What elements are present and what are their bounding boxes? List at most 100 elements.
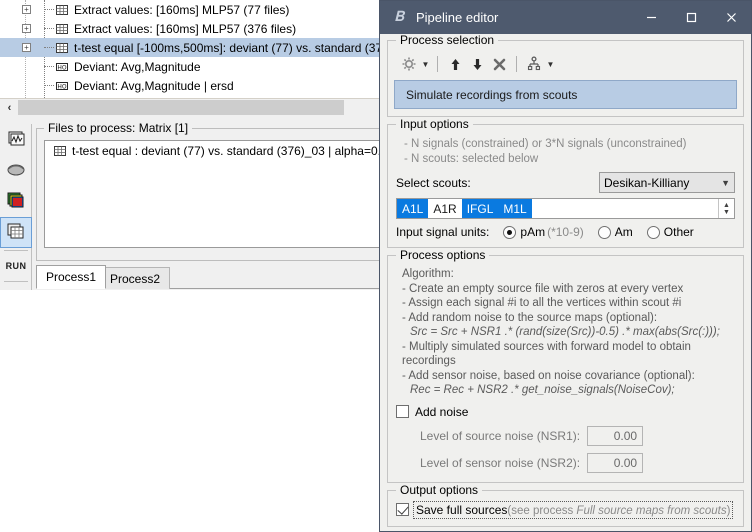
process-tabs[interactable]: Process2 Process1 (36, 265, 380, 289)
tree-item[interactable]: + Extract values: [160ms] MLP57 (77 file… (0, 0, 379, 19)
save-full-sources-hint-post: ) (727, 505, 731, 517)
pipeline-dropdown-caret-icon[interactable]: ▼ (545, 53, 556, 75)
tree-connector (44, 9, 54, 10)
input-signal-units-label: Input signal units: (396, 225, 489, 239)
database-tree[interactable]: + Extract values: [160ms] MLP57 (77 file… (0, 0, 380, 98)
nsr2-input[interactable]: 0.00 (587, 453, 643, 473)
selected-process-list[interactable]: Simulate recordings from scouts (394, 80, 737, 109)
move-down-icon[interactable] (466, 53, 488, 75)
sidebar-item-anatomy[interactable] (0, 155, 32, 186)
minimize-button[interactable] (631, 1, 671, 34)
tree-item[interactable]: + Extract values: [160ms] MLP57 (376 fil… (0, 19, 379, 38)
sources-icon (6, 190, 26, 213)
scouts-tag-field[interactable]: A1L A1R IFGL M1L ▲ ▼ (396, 198, 735, 219)
input-options-group: Input options - N signals (constrained) … (387, 124, 744, 248)
save-full-sources-checkbox[interactable] (396, 503, 409, 516)
matrix-icon (6, 221, 26, 244)
sidebar-item-recordings[interactable] (0, 124, 32, 155)
tree-connector (44, 47, 54, 48)
dialog-titlebar[interactable]: 𝐁 Pipeline editor (380, 1, 751, 34)
maximize-button[interactable] (671, 1, 711, 34)
radio-pam[interactable] (503, 226, 516, 239)
process-selection-group: Process selection ▼ (387, 40, 744, 117)
atlas-dropdown[interactable]: Desikan-Killiany ▼ (599, 172, 735, 193)
move-up-icon[interactable] (444, 53, 466, 75)
radio-am-label: Am (615, 225, 633, 239)
tree-item[interactable]: HO Deviant: Avg,Magnitude | ersd (0, 76, 379, 95)
stat-ho-icon: HO (55, 79, 69, 93)
tab-process2[interactable]: Process2 (100, 267, 170, 289)
expander-icon[interactable]: + (22, 43, 31, 52)
algorithm-title: Algorithm: (402, 267, 735, 282)
pipeline-editor-dialog: 𝐁 Pipeline editor Process selection (379, 0, 752, 532)
pipeline-icon[interactable] (523, 53, 545, 75)
tree-item-label: Deviant: Avg,Magnitude (74, 60, 201, 74)
spinner-down-icon[interactable]: ▼ (723, 209, 730, 216)
stat-ho-icon: HO (55, 60, 69, 74)
nsr2-label: Level of sensor noise (NSR2): (420, 456, 580, 470)
anatomy-icon (6, 159, 26, 182)
radio-pam-suffix: (*10-9) (547, 225, 584, 239)
nsr1-input[interactable]: 0.00 (587, 426, 643, 446)
scout-tag-a1l[interactable]: A1L (397, 199, 428, 218)
process-toolbar[interactable]: ▼ (394, 51, 737, 77)
tree-item[interactable]: HO Deviant: Avg,Magnitude (0, 57, 379, 76)
rail-divider (4, 250, 28, 251)
input-signal-units-row: Input signal units: pAm (*10-9) Am Other (396, 225, 735, 239)
scrollbar-track[interactable] (18, 100, 361, 115)
expander-icon[interactable]: + (22, 5, 31, 14)
run-button[interactable]: RUN (0, 253, 32, 279)
save-full-sources-focus: Save full sources(see process Full sourc… (415, 503, 731, 517)
sidebar-item-matrix[interactable] (0, 217, 32, 248)
matrix-icon (55, 3, 69, 17)
save-full-sources-row[interactable]: Save full sources(see process Full sourc… (396, 503, 735, 517)
output-options-legend: Output options (396, 483, 482, 497)
process-options-legend: Process options (396, 248, 489, 262)
tree-connector (44, 85, 54, 86)
input-hint-line-1: - N signals (constrained) or 3*N signals… (396, 137, 735, 152)
close-button[interactable] (711, 1, 751, 34)
tab-process1[interactable]: Process1 (36, 265, 106, 289)
algorithm-line: - Add sensor noise, based on noise covar… (402, 369, 735, 384)
scroll-left-icon[interactable]: ‹ (1, 100, 18, 116)
spinner-up-icon[interactable]: ▲ (723, 202, 730, 209)
rail-divider (4, 281, 28, 282)
matrix-icon (55, 22, 69, 36)
sidebar-item-sources[interactable] (0, 186, 32, 217)
process-selection-legend: Process selection (396, 34, 498, 47)
sidebar-rail[interactable]: RUN (0, 124, 32, 294)
nsr2-row: Level of sensor noise (NSR2): 0.00 (396, 453, 735, 473)
tree-item-selected[interactable]: + t-test equal [-100ms,500ms]: deviant (… (0, 38, 379, 57)
tree-item-label: Extract values: [160ms] MLP57 (77 files) (74, 3, 289, 17)
algorithm-formula: Rec = Rec + NSR2 .* get_noise_signals(No… (402, 383, 735, 398)
list-item[interactable]: t-test equal : deviant (77) vs. standard… (45, 141, 379, 161)
input-options-legend: Input options (396, 117, 473, 131)
svg-text:HO: HO (57, 64, 67, 71)
scout-tag-a1r[interactable]: A1R (428, 199, 461, 218)
radio-other[interactable] (647, 226, 660, 239)
background-bottom-fill (0, 290, 380, 532)
matrix-icon (53, 144, 67, 158)
process-list-item[interactable]: Simulate recordings from scouts (395, 81, 736, 108)
files-to-process-list[interactable]: t-test equal : deviant (77) vs. standard… (44, 140, 380, 248)
add-noise-row[interactable]: Add noise (396, 405, 735, 419)
scout-tags[interactable]: A1L A1R IFGL M1L (397, 199, 718, 218)
add-noise-checkbox[interactable] (396, 405, 409, 418)
select-scouts-label: Select scouts: (396, 176, 471, 190)
radio-am[interactable] (598, 226, 611, 239)
tree-horizontal-scrollbar[interactable]: ‹ (0, 98, 380, 116)
save-full-sources-label: Save full sources (416, 503, 507, 517)
scouts-spinner[interactable]: ▲ ▼ (718, 199, 734, 218)
delete-icon[interactable] (488, 53, 510, 75)
algorithm-line: - Create an empty source file with zeros… (402, 282, 735, 297)
files-to-process-legend: Files to process: Matrix [1] (44, 121, 192, 135)
scrollbar-thumb[interactable] (18, 100, 344, 115)
process-options-group: Process options Algorithm: - Create an e… (387, 255, 744, 483)
gear-dropdown-caret-icon[interactable]: ▼ (420, 53, 431, 75)
scout-tag-m1l[interactable]: M1L (498, 199, 531, 218)
toolbar-separator (437, 56, 438, 72)
toolbar-separator (516, 56, 517, 72)
scout-tag-ifgl[interactable]: IFGL (462, 199, 499, 218)
gear-icon[interactable] (398, 53, 420, 75)
expander-icon[interactable]: + (22, 24, 31, 33)
